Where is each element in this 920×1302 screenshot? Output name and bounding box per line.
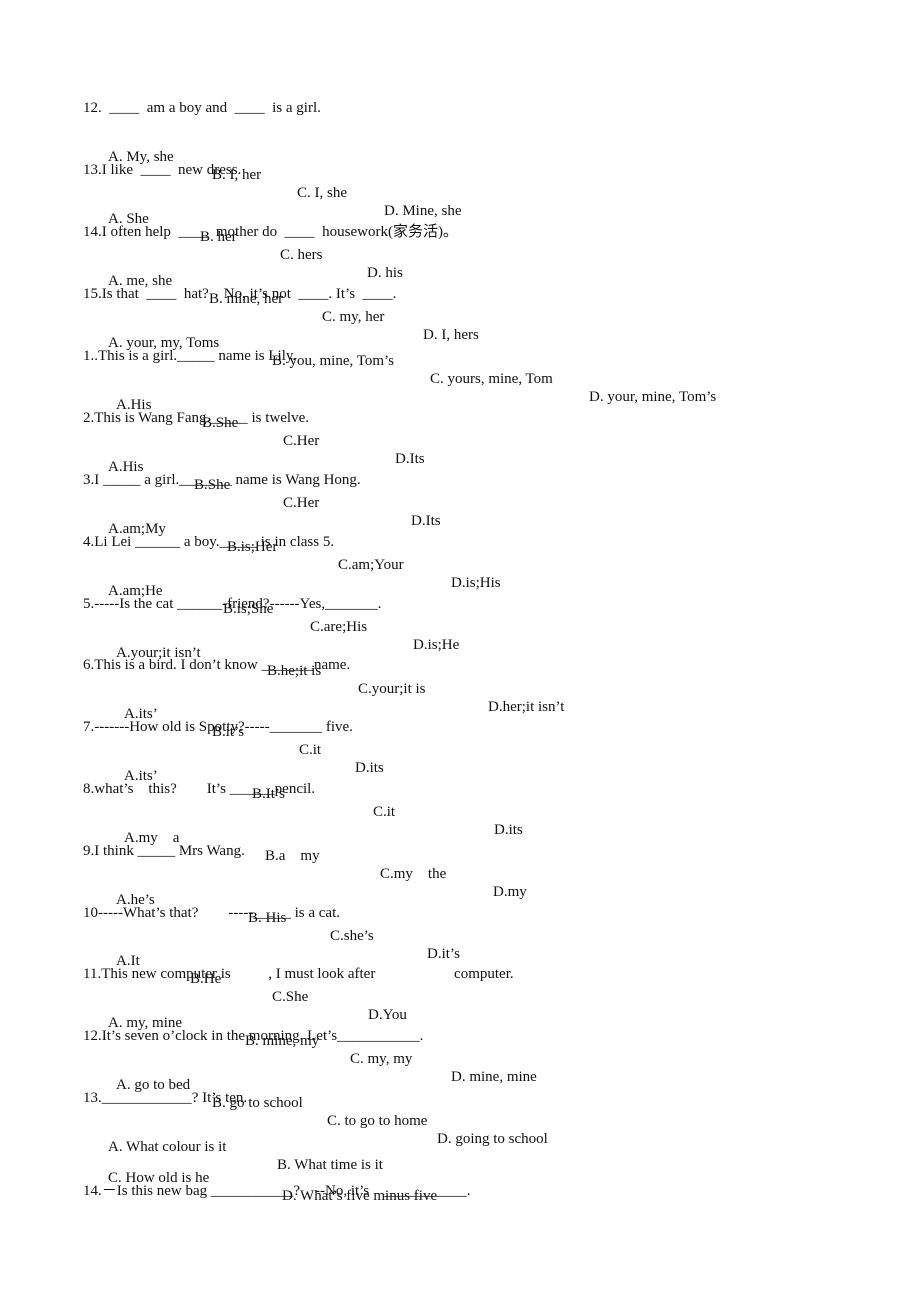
question-stem: 15.Is that ____ hat? No, it’s not ____. …: [83, 286, 397, 302]
option-b: B.a my: [265, 848, 320, 864]
question-stem: 10-----What’s that? -----_____ is a cat.: [83, 905, 340, 921]
question-stem: 11.This new computer is , I must look af…: [83, 966, 514, 982]
question-stem: 9.I think _____ Mrs Wang.: [83, 843, 245, 859]
question-stem: 12. ____ am a boy and ____ is a girl.: [83, 100, 321, 116]
question-stem: 13.I like ____ new dress.: [83, 162, 242, 178]
question-stem: 7.-------How old is Spotty?-----_______ …: [83, 719, 353, 735]
question-stem: 12.It’s seven o’clock in the morning. Le…: [83, 1028, 424, 1044]
question-stem: 5.-----Is the cat ______-friend?------Ye…: [83, 596, 382, 612]
question-stem: 13.____________? It’s ten.: [83, 1090, 248, 1106]
question-stem: 2.This is Wang Fang._____ is twelve.: [83, 410, 310, 426]
question-stem: 4.Li Lei ______ a boy._____ is in class …: [83, 534, 335, 550]
question-stem: 1..This is a girl._____ name is Lily.: [83, 348, 297, 364]
question-stem: 8.what’s this? It’s ______pencil.: [83, 781, 316, 797]
question-stem: 3.I _____ a girl._______ name is Wang Ho…: [83, 472, 361, 488]
question-stem: 14.－Is this new bag ___________? --No, i…: [83, 1183, 471, 1199]
question-stem: 14.I often help ____ mother do ____ hous…: [83, 224, 458, 240]
question-stem: 6.This is a bird. I don’t know _______na…: [83, 657, 351, 673]
